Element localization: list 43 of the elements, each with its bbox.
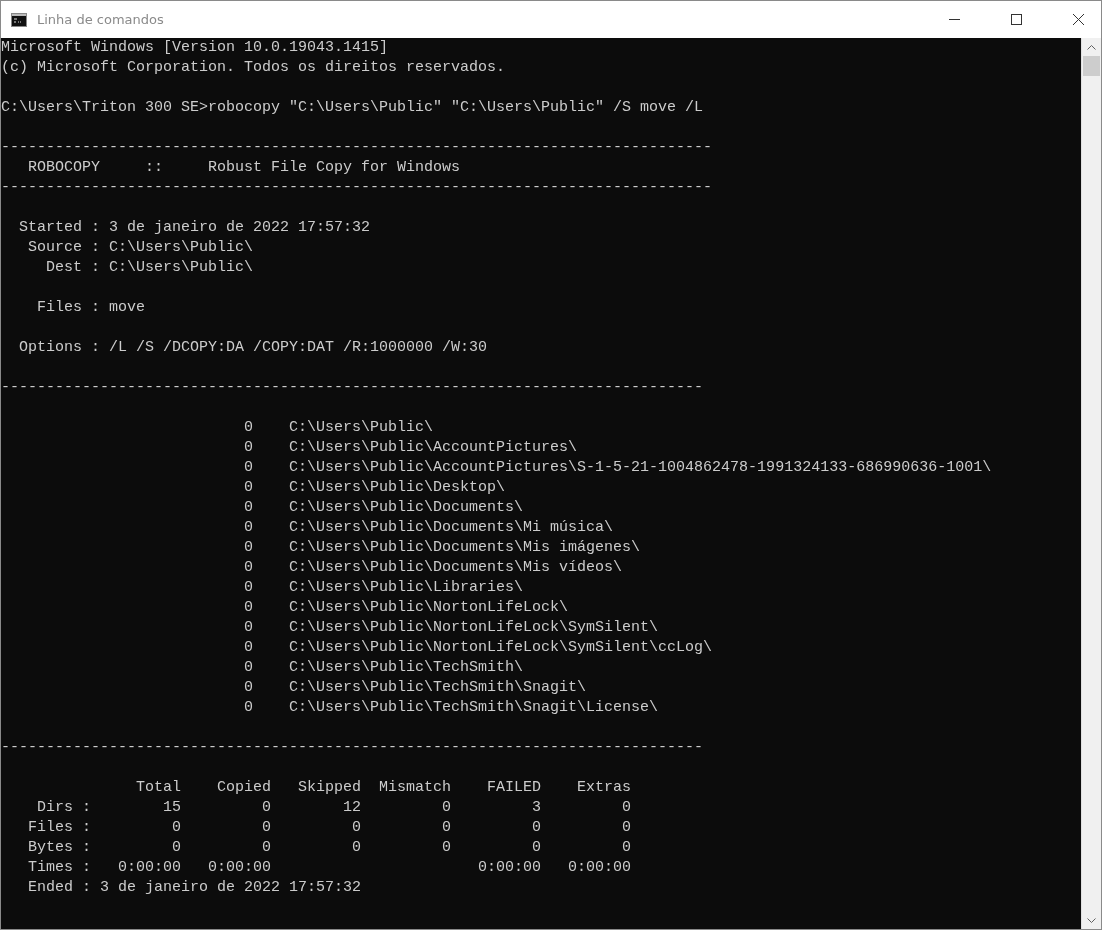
console-line: Files : move	[36, 298, 147, 318]
console-line: 0 C:\Users\Public\NortonLifeLock\SymSilent\ccLog\	[243, 638, 714, 658]
chevron-up-icon	[1087, 44, 1096, 50]
window-title: Linha de comandos	[37, 12, 164, 27]
console-line: 0 C:\Users\Public\Desktop\	[243, 478, 507, 498]
chevron-down-icon	[1087, 917, 1096, 923]
close-icon	[1072, 14, 1084, 25]
console-line: Microsoft Windows [Version 10.0.19043.1415]	[1, 38, 390, 58]
console-line: 0 C:\Users\Public\Documents\Mi música\	[243, 518, 615, 538]
scrollbar[interactable]	[1081, 38, 1101, 929]
console-line: Ended : 3 de janeiro de 2022 17:57:32	[27, 878, 363, 898]
console-line: 0 C:\Users\Public\TechSmith\Snagit\	[243, 678, 588, 698]
console-line: 0 C:\Users\Public\AccountPictures\	[243, 438, 579, 458]
console-line: 0 C:\Users\Public\TechSmith\Snagit\License\	[243, 698, 660, 718]
console-line: Options : /L /S /DCOPY:DA /COPY:DAT /R:1000000 /W:30	[18, 338, 489, 358]
console-line: 0 C:\Users\Public\Documents\Mis imágenes\	[243, 538, 642, 558]
console-line: 0 C:\Users\Public\	[243, 418, 435, 438]
console-line: (c) Microsoft Corporation. Todos os direitos reservados.	[1, 58, 507, 78]
console-line: Dirs : 15 0 12 0 3 0	[36, 798, 633, 818]
maximize-icon	[1010, 14, 1022, 25]
console-line: Times : 0:00:00 0:00:00 0:00:00 0:00:00	[27, 858, 633, 878]
console-line: 0 C:\Users\Public\Documents\Mis vídeos\	[243, 558, 624, 578]
console-line: 0 C:\Users\Public\AccountPictures\S-1-5-21-1004862478-1991324133-686990636-1001\	[243, 458, 993, 478]
console-line: 0 C:\Users\Public\TechSmith\	[243, 658, 525, 678]
minimize-icon	[948, 19, 960, 20]
console-line: -------------------------------------------------------------------------------	[1, 178, 714, 198]
console-line: ------------------------------------------------------------------------------	[1, 738, 705, 758]
console-line: ROBOCOPY :: Robust File Copy for Windows	[27, 158, 462, 178]
console-line: Dest : C:\Users\Public\	[45, 258, 255, 278]
console-line: 0 C:\Users\Public\NortonLifeLock\SymSilent\	[243, 618, 660, 638]
console-line: Files : 0 0 0 0 0 0	[27, 818, 633, 838]
console-line: Total Copied Skipped Mismatch FAILED Extras	[135, 778, 633, 798]
console-line: C:\Users\Triton 300 SE>robocopy "C:\Users\Public" "C:\Users\Public" /S move /L	[1, 98, 705, 118]
console-line: 0 C:\Users\Public\Libraries\	[243, 578, 525, 598]
terminal-icon	[11, 12, 27, 27]
console-line: Bytes : 0 0 0 0 0 0	[27, 838, 633, 858]
scroll-thumb[interactable]	[1083, 56, 1100, 76]
console-line: -------------------------------------------------------------------------------	[1, 138, 714, 158]
console-line: Source : C:\Users\Public\	[27, 238, 255, 258]
console-line: 0 C:\Users\Public\Documents\	[243, 498, 525, 518]
console-line: ------------------------------------------------------------------------------	[1, 378, 705, 398]
console-line: Started : 3 de janeiro de 2022 17:57:32	[18, 218, 372, 238]
console-line: 0 C:\Users\Public\NortonLifeLock\	[243, 598, 570, 618]
